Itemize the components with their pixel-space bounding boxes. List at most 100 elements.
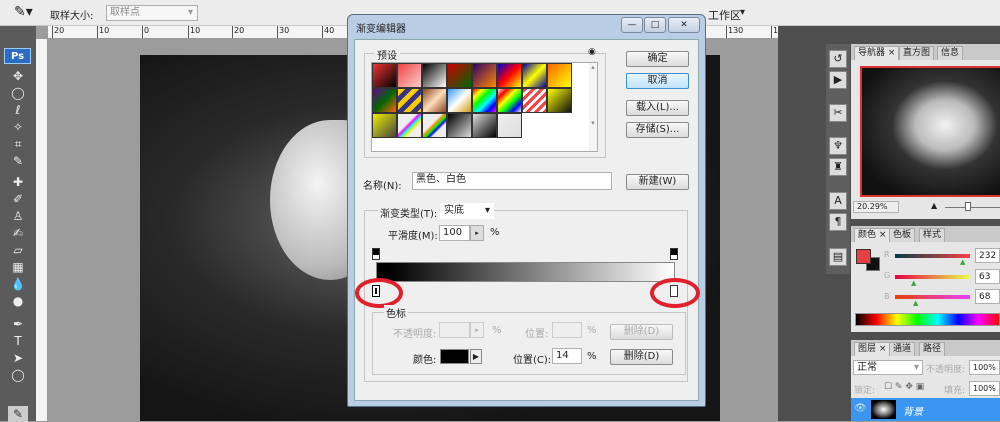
preset-swatch[interactable] xyxy=(422,113,447,138)
healing-brush-icon[interactable]: ✚ xyxy=(8,174,28,190)
g-input[interactable]: 63 xyxy=(975,269,1000,284)
notes-icon[interactable]: ▤ xyxy=(829,248,847,266)
magic-wand-icon[interactable]: ✧ xyxy=(8,119,28,135)
position-input[interactable]: 14 xyxy=(552,348,582,364)
b-slider[interactable] xyxy=(895,295,970,299)
preset-swatch[interactable] xyxy=(547,63,572,88)
brushes-icon[interactable]: ♆ xyxy=(829,137,847,155)
r-input[interactable]: 232 xyxy=(975,248,1000,263)
clone-source-icon[interactable]: ♜ xyxy=(829,158,847,176)
foreground-color-swatch[interactable] xyxy=(856,249,871,264)
preset-swatch[interactable] xyxy=(372,63,397,88)
layer-opacity-input[interactable]: 100% xyxy=(969,360,1000,375)
zoom-out-icon[interactable]: ▲ xyxy=(931,201,937,210)
preset-swatch[interactable] xyxy=(397,113,422,138)
blend-mode-select[interactable]: 正常 ▾ xyxy=(853,360,923,375)
layer-row-background[interactable]: 👁 背景 xyxy=(851,398,1000,421)
maximize-button[interactable]: □ xyxy=(644,17,666,33)
preset-swatch[interactable] xyxy=(447,63,472,88)
zoom-slider-thumb[interactable] xyxy=(965,202,971,211)
pen-tool-icon[interactable]: ✒ xyxy=(8,316,28,332)
tab-swatches[interactable]: 色板 xyxy=(889,228,916,242)
tab-channels[interactable]: 通道 xyxy=(889,342,916,356)
preset-swatch[interactable] xyxy=(472,63,497,88)
preset-swatch[interactable] xyxy=(472,88,497,113)
preset-swatch[interactable] xyxy=(522,63,547,88)
crop-tool-icon[interactable]: ⌗ xyxy=(8,136,28,152)
eraser-tool-icon[interactable]: ▱ xyxy=(8,242,28,258)
ok-button[interactable]: 确定 xyxy=(626,51,689,67)
load-button[interactable]: 载入(L)... xyxy=(626,100,689,116)
lasso-tool-icon[interactable]: ℓ xyxy=(8,102,28,118)
navigator-thumbnail[interactable] xyxy=(860,66,1000,197)
workspace-menu[interactable]: 工作区 xyxy=(708,7,741,23)
eye-icon[interactable]: 👁 xyxy=(854,403,867,414)
dodge-tool-icon[interactable]: ● xyxy=(8,293,28,309)
zoom-input[interactable]: 20.29% xyxy=(853,201,899,213)
preset-swatch[interactable] xyxy=(372,88,397,113)
r-slider-thumb[interactable]: ▲ xyxy=(960,258,965,266)
preset-swatch[interactable] xyxy=(422,63,447,88)
preset-swatch[interactable] xyxy=(547,88,572,113)
tab-layers[interactable]: 图层 × xyxy=(854,342,891,356)
new-button[interactable]: 新建(W) xyxy=(626,174,689,190)
stamp-tool-icon[interactable]: ♙ xyxy=(8,208,28,224)
b-slider-thumb[interactable]: ▲ xyxy=(913,299,918,307)
move-tool-icon[interactable]: ✥ xyxy=(8,68,28,84)
save-button[interactable]: 存储(S)... xyxy=(626,122,689,138)
preset-swatch[interactable] xyxy=(447,88,472,113)
preset-swatch[interactable] xyxy=(372,113,397,138)
tab-color[interactable]: 颜色 × xyxy=(854,228,891,242)
preset-swatch[interactable] xyxy=(397,88,422,113)
lock-icons[interactable]: ☐ ✎ ✥ ▣ xyxy=(884,382,924,392)
history-brush-icon[interactable]: ✍ xyxy=(8,225,28,241)
type-tool-icon[interactable]: T xyxy=(8,333,28,349)
blur-tool-icon[interactable]: 💧 xyxy=(8,276,28,292)
tab-styles[interactable]: 样式 xyxy=(919,228,946,242)
name-input[interactable]: 黑色、白色 xyxy=(412,172,612,190)
paragraph-icon[interactable]: ¶ xyxy=(829,213,847,231)
opacity-input[interactable] xyxy=(439,322,470,338)
shape-tool-icon[interactable]: ◯ xyxy=(8,367,28,383)
g-slider[interactable] xyxy=(895,275,970,279)
sample-size-select[interactable]: 取样点 ▾ xyxy=(106,5,198,21)
preset-swatch[interactable] xyxy=(397,63,422,88)
actions-icon[interactable]: ▶ xyxy=(829,71,847,89)
opacity-stop-left[interactable] xyxy=(372,248,380,260)
gradient-tool-icon[interactable]: ▦ xyxy=(8,259,28,275)
g-slider-thumb[interactable]: ▲ xyxy=(911,279,916,287)
smoothness-input[interactable]: 100 xyxy=(439,225,470,241)
zoom-slider[interactable] xyxy=(945,207,1000,208)
preset-swatch[interactable] xyxy=(522,88,547,113)
opacity-position-input[interactable] xyxy=(552,322,582,338)
preset-swatch[interactable] xyxy=(447,113,472,138)
tab-info[interactable]: 信息 xyxy=(937,46,964,60)
opacity-stop-right[interactable] xyxy=(670,248,678,260)
presets-menu-icon[interactable]: ◉ xyxy=(588,47,596,57)
eyedropper-3d-icon[interactable]: ✎ xyxy=(8,406,28,422)
r-slider[interactable] xyxy=(895,254,970,258)
character-icon[interactable]: A xyxy=(829,192,847,210)
history-icon[interactable]: ↺ xyxy=(829,50,847,68)
tool-presets-icon[interactable]: ✂ xyxy=(829,104,847,122)
delete-color-stop-button[interactable]: 删除(D) xyxy=(610,349,673,365)
delete-opacity-stop-button[interactable]: 删除(D) xyxy=(610,324,673,340)
preset-swatch[interactable] xyxy=(422,88,447,113)
gradient-type-select[interactable]: 实底 ▾ xyxy=(440,203,494,219)
color-menu-arrow-icon[interactable]: ▶ xyxy=(470,349,482,364)
preset-swatch[interactable] xyxy=(497,63,522,88)
marquee-tool-icon[interactable]: ◯ xyxy=(8,85,28,101)
eyedropper-icon[interactable]: ✎▾ xyxy=(14,4,33,20)
eyedropper-tool-icon[interactable]: ✎ xyxy=(8,153,28,169)
color-spectrum[interactable] xyxy=(855,313,1000,326)
opacity-stepper[interactable]: ▸ xyxy=(470,322,484,338)
path-select-icon[interactable]: ➤ xyxy=(8,350,28,366)
minimize-button[interactable]: — xyxy=(621,17,643,33)
b-input[interactable]: 68 xyxy=(975,289,1000,304)
preset-swatch[interactable] xyxy=(497,88,522,113)
presets-scrollbar[interactable]: ▴ ▾ xyxy=(589,63,597,151)
cancel-button[interactable]: 取消 xyxy=(626,73,689,89)
tab-histogram[interactable]: 直方图 xyxy=(899,46,935,60)
stop-color-swatch[interactable] xyxy=(440,349,469,364)
tab-paths[interactable]: 路径 xyxy=(919,342,946,356)
